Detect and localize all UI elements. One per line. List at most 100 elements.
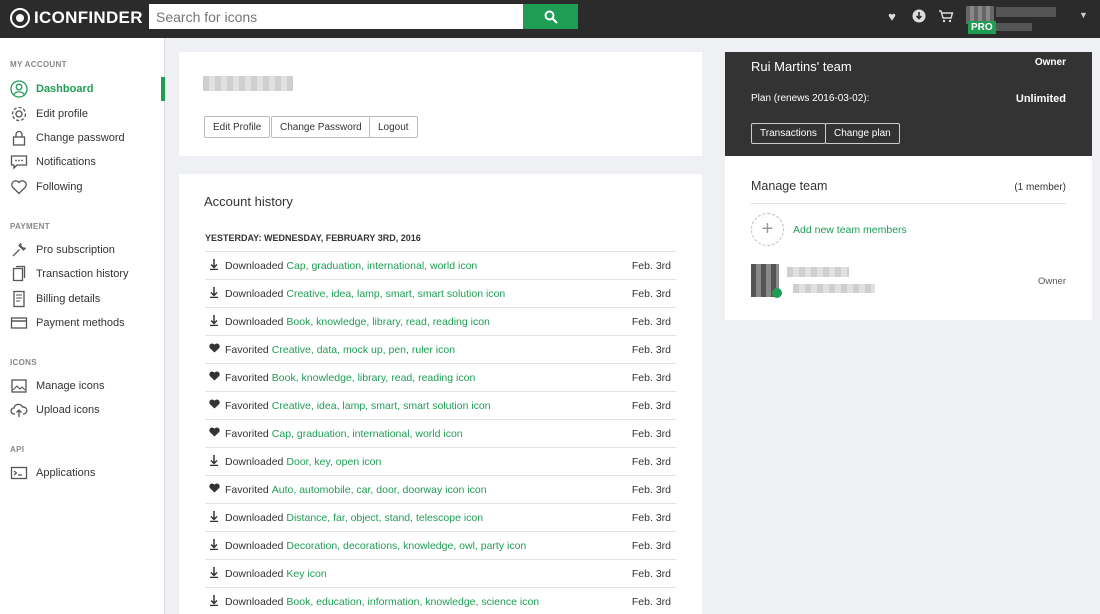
history-icon-link[interactable]: Book, knowledge, library, read, reading … (272, 372, 632, 384)
sidebar-item-pro-subscription[interactable]: Pro subscription (10, 240, 160, 260)
history-action: Favorited (225, 427, 269, 440)
history-icon-link[interactable]: Decoration, decorations, knowledge, owl,… (286, 540, 632, 552)
terminal-icon (10, 464, 28, 482)
sidebar-item-label: Edit profile (36, 108, 88, 120)
change-plan-button[interactable]: Change plan (825, 123, 900, 144)
history-icon-link[interactable]: Key icon (286, 568, 632, 580)
history-date: Feb. 3rd (631, 315, 671, 328)
sidebar-item-label: Dashboard (36, 83, 94, 95)
history-date: Feb. 3rd (631, 427, 671, 440)
history-action: Favorited (225, 343, 269, 356)
search-input[interactable] (149, 4, 523, 29)
history-date: Feb. 3rd (631, 567, 671, 580)
history-icon-link[interactable]: Creative, data, mock up, pen, ruler icon (272, 344, 632, 356)
gear-icon (10, 105, 28, 123)
sidebar-item-label: Following (36, 181, 83, 193)
sidebar-item-billing-details[interactable]: Billing details (10, 289, 160, 309)
heart-icon (205, 399, 223, 412)
history-icon-link[interactable]: Book, knowledge, library, read, reading … (286, 316, 632, 328)
cart-icon[interactable] (938, 9, 954, 25)
history-action: Favorited (225, 371, 269, 384)
sidebar-item-payment-methods[interactable]: Payment methods (10, 313, 160, 333)
sidebar-section-title: API (10, 445, 25, 454)
sidebar-item-following[interactable]: Following (10, 177, 160, 197)
download-arrow-icon (205, 258, 223, 273)
history-icon-link[interactable]: Cap, graduation, international, world ic… (272, 428, 632, 440)
sidebar-item-label: Notifications (36, 156, 96, 168)
downloads-icon[interactable] (911, 9, 927, 25)
sidebar-section-title: PAYMENT (10, 222, 50, 231)
history-row: Downloaded Distance, far, object, stand, … (205, 503, 676, 531)
member-email-redacted (793, 284, 875, 293)
history-action: Downloaded (225, 539, 284, 552)
sidebar-item-edit-profile[interactable]: Edit profile (10, 104, 160, 124)
heart-icon (205, 483, 223, 496)
image-gallery-icon (10, 377, 28, 395)
sidebar-item-label: Manage icons (36, 380, 105, 392)
documents-icon (10, 265, 28, 283)
wrench-icon (10, 241, 28, 259)
history-date: Feb. 3rd (631, 371, 671, 384)
search-button[interactable] (523, 4, 578, 29)
history-icon-link[interactable]: Creative, idea, lamp, smart, smart solut… (272, 400, 632, 412)
history-action: Downloaded (225, 511, 284, 524)
cloud-upload-icon (10, 401, 28, 419)
history-date: Feb. 3rd (631, 287, 671, 300)
manage-team-panel: Manage team (1 member) + Add new team me… (725, 156, 1092, 320)
sidebar-item-transaction-history[interactable]: Transaction history (10, 264, 160, 284)
history-date: Feb. 3rd (631, 343, 671, 356)
history-date: Feb. 3rd (631, 259, 671, 272)
history-action: Favorited (225, 483, 269, 496)
logo[interactable]: ICONFINDER (10, 7, 143, 29)
add-team-members-link[interactable]: Add new team members (793, 224, 907, 236)
sidebar-item-upload-icons[interactable]: Upload icons (10, 400, 160, 420)
sidebar-item-manage-icons[interactable]: Manage icons (10, 376, 160, 396)
history-date: Feb. 3rd (631, 455, 671, 468)
history-row: Downloaded Book, knowledge, library, read… (205, 307, 676, 335)
logo-text: ICONFINDER (34, 8, 143, 27)
team-role: Owner (1034, 57, 1066, 68)
history-icon-link[interactable]: Door, key, open icon (286, 456, 632, 468)
sidebar-item-label: Transaction history (36, 268, 129, 280)
user-name-redacted[interactable] (996, 7, 1056, 17)
history-row: Downloaded Creative, idea, lamp, smart, s… (205, 279, 676, 307)
history-action: Downloaded (225, 259, 284, 272)
history-date: Feb. 3rd (631, 483, 671, 496)
history-date: Feb. 3rd (631, 539, 671, 552)
sidebar-item-label: Billing details (36, 293, 101, 305)
plus-icon[interactable]: + (751, 213, 784, 246)
edit-profile-button[interactable]: Edit Profile (204, 116, 271, 138)
chevron-down-icon[interactable]: ▼ (1079, 10, 1088, 20)
transactions-button[interactable]: Transactions (751, 123, 826, 144)
download-arrow-icon (205, 566, 223, 581)
account-history-panel: Account history YESTERDAY: WEDNESDAY, FE… (179, 174, 702, 614)
sidebar-item-label: Applications (36, 467, 96, 479)
history-icon-link[interactable]: Auto, automobile, car, door, doorway ico… (272, 484, 632, 496)
sidebar-item-change-password[interactable]: Change password (10, 128, 160, 148)
heart-icon (205, 427, 223, 440)
chat-bubble-icon (10, 153, 28, 171)
change-password-button[interactable]: Change Password (271, 116, 371, 138)
history-row: Favorited Book, knowledge, library, read,… (205, 363, 676, 391)
history-icon-link[interactable]: Book, education, information, knowledge,… (286, 596, 632, 608)
top-navbar: ICONFINDER ♥ PRO ▼ (0, 0, 1100, 38)
heart-icon (205, 371, 223, 384)
user-subtitle-redacted (996, 23, 1032, 31)
sidebar-item-label: Upload icons (36, 404, 100, 416)
manage-team-title: Manage team (751, 179, 828, 193)
sidebar-item-applications[interactable]: Applications (10, 463, 160, 483)
history-icon-link[interactable]: Distance, far, object, stand, telescope … (286, 512, 632, 524)
sidebar-item-dashboard[interactable]: Dashboard (10, 79, 160, 99)
invoice-icon (10, 290, 28, 308)
history-action: Downloaded (225, 287, 284, 300)
sidebar-section-title: ICONS (10, 358, 37, 367)
sidebar-item-notifications[interactable]: Notifications (10, 152, 160, 172)
history-row: Favorited Creative, data, mock up, pen, r… (205, 335, 676, 363)
member-name-redacted (787, 267, 849, 277)
history-icon-link[interactable]: Creative, idea, lamp, smart, smart solut… (286, 288, 632, 300)
download-arrow-icon (205, 454, 223, 469)
history-date: Feb. 3rd (631, 511, 671, 524)
favorites-heart-icon[interactable]: ♥ (884, 9, 900, 25)
logout-button[interactable]: Logout (369, 116, 418, 138)
history-icon-link[interactable]: Cap, graduation, international, world ic… (286, 260, 632, 272)
